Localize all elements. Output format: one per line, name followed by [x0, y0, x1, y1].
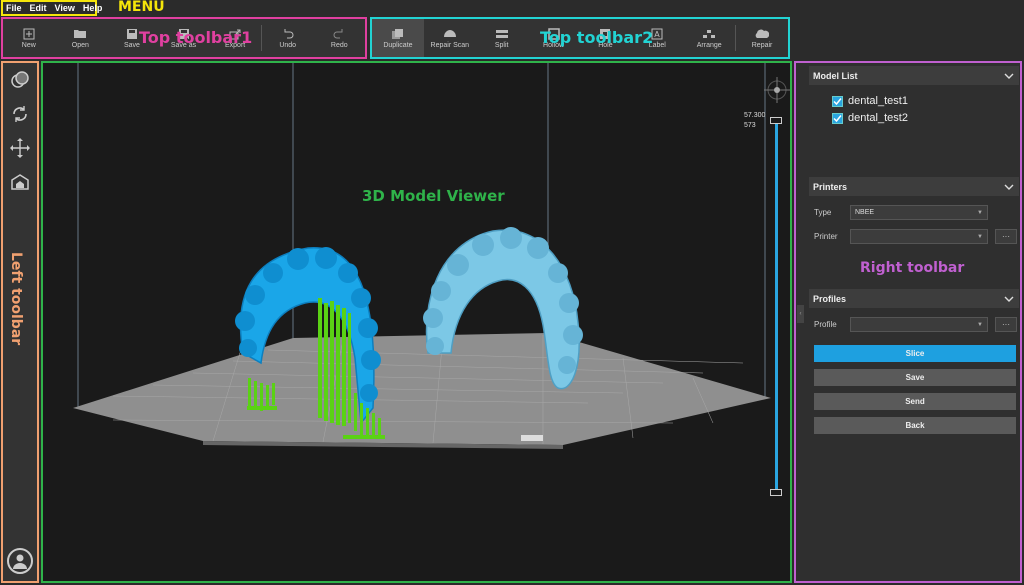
chevron-down-icon — [1004, 184, 1014, 190]
save-label: Save — [123, 41, 140, 49]
right-toolbar: Model List dental_test1 dental_test2 Pri… — [794, 61, 1022, 583]
new-label: New — [21, 41, 36, 49]
scale-icon[interactable] — [9, 171, 31, 193]
repair-label: Repair — [751, 41, 773, 49]
redo-icon — [332, 28, 346, 40]
chevron-down-icon — [1004, 73, 1014, 79]
redo-button[interactable]: Redo — [313, 19, 365, 57]
profile-more-button[interactable]: ··· — [995, 317, 1017, 332]
dropdown-arrow-icon: ▼ — [977, 209, 983, 216]
save-icon — [125, 28, 139, 40]
layer-number-value: 573 — [744, 122, 756, 129]
undo-icon — [281, 28, 295, 40]
move-icon[interactable] — [9, 137, 31, 159]
repair-scan-icon — [443, 28, 457, 40]
model-list-item[interactable]: dental_test1 — [832, 95, 908, 107]
profile-label: Profile — [814, 320, 837, 329]
new-button[interactable]: New — [3, 19, 55, 57]
layer-height-value: 57.300 — [744, 112, 766, 119]
profile-select[interactable]: ▼ — [850, 317, 988, 332]
annotation-menu: MENU — [118, 0, 165, 15]
menu-file[interactable]: File — [6, 3, 22, 13]
chevron-down-icon — [1004, 296, 1014, 302]
profiles-header[interactable]: Profiles — [809, 289, 1019, 308]
annotation-viewer: 3D Model Viewer — [362, 187, 505, 205]
repair-scan-button[interactable]: Repair Scan — [424, 19, 476, 57]
undo-button[interactable]: Undo — [262, 19, 314, 57]
menu-help[interactable]: Help — [83, 3, 103, 13]
undo-label: Undo — [279, 41, 297, 49]
viewer-canvas[interactable] — [43, 63, 792, 583]
model-list-header[interactable]: Model List — [809, 66, 1019, 85]
split-icon — [495, 28, 509, 40]
layer-slider-top-handle[interactable] — [770, 117, 782, 124]
repair-scan-label: Repair Scan — [430, 41, 470, 49]
rotate-icon[interactable] — [9, 103, 31, 125]
menu-highlight-box: File Edit View Help — [1, 0, 102, 16]
model-list-title: Model List — [813, 70, 858, 81]
model-list-item[interactable]: dental_test2 — [832, 112, 908, 124]
split-button[interactable]: Split — [476, 19, 528, 57]
printer-select[interactable]: ▼ — [850, 229, 988, 244]
type-label: Type — [814, 208, 832, 217]
menu-view[interactable]: View — [55, 3, 75, 13]
checkbox-checked[interactable] — [832, 95, 843, 107]
svg-text:A: A — [655, 30, 661, 39]
dropdown-arrow-icon: ▼ — [977, 233, 983, 240]
type-value: NBEE — [855, 209, 875, 216]
annotation-right-toolbar: Right toolbar — [860, 260, 965, 276]
annotation-top-toolbar-2: Top toolbar2 — [540, 28, 654, 47]
printers-title: Printers — [813, 181, 848, 192]
printer-more-button[interactable]: ··· — [995, 229, 1017, 244]
arrange-label: Arrange — [696, 41, 722, 49]
printer-label: Printer — [814, 232, 838, 241]
printers-header[interactable]: Printers — [809, 177, 1019, 196]
plate-logo — [521, 435, 543, 441]
build-plate — [73, 333, 771, 445]
model-name: dental_test1 — [848, 95, 908, 107]
menu-edit[interactable]: Edit — [30, 3, 47, 13]
layer-slider-bottom-handle[interactable] — [770, 489, 782, 496]
send-button[interactable]: Send — [814, 393, 1016, 410]
split-label: Split — [494, 41, 509, 49]
view-cube-icon[interactable] — [9, 69, 31, 91]
save-button[interactable]: Save — [814, 369, 1016, 386]
model-viewer[interactable]: 3D Model Viewer — [41, 61, 792, 583]
view-navigation-widget[interactable] — [764, 77, 790, 103]
duplicate-icon — [391, 28, 405, 40]
arrange-button[interactable]: Arrange — [683, 19, 735, 57]
duplicate-label: Duplicate — [383, 41, 413, 49]
type-select[interactable]: NBEE ▼ — [850, 205, 988, 220]
model-name: dental_test2 — [848, 112, 908, 124]
profiles-title: Profiles — [813, 293, 847, 304]
user-avatar-icon[interactable] — [7, 548, 33, 574]
checkbox-checked[interactable] — [832, 112, 843, 124]
annotation-left-toolbar: Left toolbar — [8, 252, 24, 346]
open-label: Open — [71, 41, 89, 49]
duplicate-button[interactable]: Duplicate — [372, 19, 424, 57]
slice-button[interactable]: Slice — [814, 345, 1016, 362]
layer-slider-track[interactable] — [775, 118, 778, 492]
repair-icon — [755, 28, 770, 40]
redo-label: Redo — [330, 41, 348, 49]
annotation-top-toolbar-1: Top toolbar1 — [139, 28, 253, 47]
new-file-icon — [22, 28, 36, 40]
repair-button[interactable]: Repair — [736, 19, 788, 57]
dropdown-arrow-icon: ▼ — [977, 321, 983, 328]
open-button[interactable]: Open — [55, 19, 107, 57]
panel-collapse-handle[interactable]: ‹ — [797, 305, 804, 323]
arrange-icon — [702, 28, 716, 40]
app-window: File Edit View Help MENU New Open Save S… — [0, 0, 1024, 585]
back-button[interactable]: Back — [814, 417, 1016, 434]
folder-open-icon — [73, 28, 87, 40]
